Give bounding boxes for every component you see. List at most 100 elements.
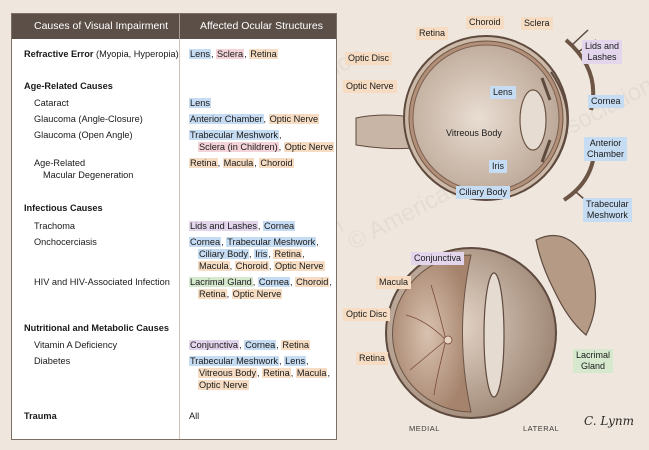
structure-retina: Retina (262, 368, 291, 378)
row-glaucoma-open-label: Glaucoma (Open Angle) (34, 130, 133, 140)
row-trachoma-label: Trachoma (34, 221, 76, 231)
structure-anterior-chamber: Anterior Chamber (189, 114, 264, 124)
label-ciliary-body: Ciliary Body (456, 186, 511, 199)
structure-optic-nerve: Optic Nerve (274, 261, 325, 271)
row-onchocerciasis-structures-1: Cornea, Trabecular Meshwork, (189, 237, 319, 247)
structure-retina: Retina (198, 289, 227, 299)
structure-cornea: Cornea (257, 277, 291, 287)
label-optic-disc-top: Optic Disc (345, 52, 393, 65)
label-retina-bottom: Retina (356, 352, 389, 365)
trabecular-line-1: Trabecular (586, 199, 629, 209)
row-hiv-structures-2: Retina, Optic Nerve (198, 289, 283, 299)
label-optic-nerve: Optic Nerve (343, 80, 397, 93)
row-glaucoma-closure-structures: Anterior Chamber, Optic Nerve (189, 114, 320, 124)
label-conjunctiva: Conjunctiva (411, 252, 465, 265)
structure-retina: Retina (273, 249, 303, 259)
lacrimal-line-2: Gland (580, 361, 606, 371)
label-retina-top: Retina (416, 27, 449, 40)
structure-sclera-children: Sclera (in Children) (198, 142, 279, 152)
row-refractive-label: Refractive Error (Myopia, Hyperopia) (24, 48, 179, 60)
trabecular-line-2: Meshwork (586, 210, 628, 220)
label-lids-lashes: Lids and Lashes (582, 40, 623, 64)
row-cataract-label: Cataract (34, 98, 69, 108)
label-lens-top: Lens (490, 86, 516, 99)
row-glaucoma-closure-label: Glaucoma (Angle-Closure) (34, 114, 143, 124)
row-vitamin-a-label: Vitamin A Deficiency (34, 340, 118, 350)
eye-anatomy-illustration (355, 29, 597, 419)
structure-optic-nerve: Optic Nerve (198, 380, 249, 390)
structure-choroid: Choroid (259, 158, 294, 168)
row-trachoma-structures: Lids and Lashes, Cornea (189, 221, 296, 231)
artist-signature: C. Lynm (584, 414, 635, 428)
structure-iris: Iris (254, 249, 269, 259)
lens-shape (519, 89, 547, 151)
structure-sclera: Sclera (216, 49, 245, 59)
refractive-bold: Refractive Error (24, 49, 94, 59)
structure-retina: Retina (281, 340, 310, 350)
figure-frame: © American Medical Association © America… (0, 0, 649, 450)
row-glaucoma-open-structures-2: Sclera (in Children), Optic Nerve (198, 142, 335, 152)
structure-trabecular-meshwork: Trabecular Meshwork (189, 130, 279, 140)
column-divider (179, 39, 180, 439)
label-sclera-top: Sclera (521, 17, 553, 30)
structure-choroid: Choroid (234, 261, 269, 271)
row-cataract-structures: Lens (189, 97, 211, 109)
row-amd-structures: Retina, Macula, Choroid (189, 158, 294, 168)
label-lacrimal-gland: Lacrimal Gland (573, 349, 614, 373)
heading-infectious: Infectious Causes (24, 203, 103, 213)
row-amd-label-2: Macular Degeneration (43, 170, 134, 180)
structure-cornea: Cornea (263, 221, 296, 231)
row-trauma-label: Trauma (24, 411, 57, 421)
label-anterior-chamber: Anterior Chamber (584, 137, 628, 161)
structure-macula: Macula (295, 368, 328, 378)
structure-cornea: Cornea (244, 340, 277, 350)
label-optic-disc-bottom: Optic Disc (343, 308, 391, 321)
anterior-line-1: Anterior (589, 138, 622, 148)
lacrimal-line-1: Lacrimal (576, 350, 611, 360)
header-causes: Causes of Visual Impairment (34, 20, 169, 32)
refractive-rest: (Myopia, Hyperopia) (93, 49, 179, 59)
label-trabecular-meshwork: Trabecular Meshwork (583, 198, 632, 222)
structure-cornea: Cornea (189, 237, 222, 247)
label-medial: MEDIAL (409, 424, 440, 433)
structure-vitreous-body: Vitreous Body (198, 368, 258, 378)
row-diabetes-structures-2: Vitreous Body, Retina, Macula, (198, 368, 331, 378)
header-divider (179, 14, 180, 39)
structure-trabecular-meshwork: Trabecular Meshwork (226, 237, 317, 247)
structure-ciliary-body: Ciliary Body (198, 249, 250, 259)
label-macula: Macula (376, 276, 412, 289)
row-onchocerciasis-structures-2: Ciliary Body, Iris, Retina, (198, 249, 305, 259)
anterior-line-2: Chamber (587, 149, 625, 159)
structure-lids-lashes: Lids and Lashes (189, 221, 258, 231)
structure-lacrimal-gland: Lacrimal Gland (189, 277, 253, 287)
structure-lens: Lens (284, 356, 307, 366)
row-diabetes-label: Diabetes (34, 356, 71, 366)
label-lateral: LATERAL (523, 424, 560, 433)
structure-macula: Macula (222, 158, 255, 168)
row-vitamin-a-structures: Conjunctiva, Cornea, Retina (189, 340, 310, 350)
row-amd-label-1: Age-Related (34, 158, 86, 168)
label-iris: Iris (489, 160, 507, 173)
label-cornea: Cornea (588, 95, 624, 108)
structure-lens: Lens (189, 98, 211, 108)
structure-lens: Lens (189, 49, 211, 59)
row-hiv-structures-1: Lacrimal Gland, Cornea, Choroid, (189, 277, 332, 287)
structure-trabecular-meshwork: Trabecular Meshwork (189, 356, 279, 366)
row-glaucoma-open-structures-1: Trabecular Meshwork, (189, 130, 282, 140)
label-choroid: Choroid (466, 16, 504, 29)
heading-age-related: Age-Related Causes (24, 81, 113, 91)
row-trauma-structures: All (189, 411, 200, 421)
label-vitreous-body: Vitreous Body (446, 128, 502, 138)
row-refractive-structures: Lens, Sclera, Retina (189, 49, 278, 59)
structure-macula: Macula (198, 261, 230, 271)
structure-choroid: Choroid (295, 277, 330, 287)
structure-optic-nerve: Optic Nerve (283, 142, 335, 152)
lids-line-2: Lashes (587, 52, 617, 62)
structure-retina: Retina (189, 158, 218, 168)
row-hiv-label: HIV and HIV-Associated Infection (34, 277, 170, 287)
table-header: Causes of Visual Impairment Affected Ocu… (12, 14, 336, 39)
causes-table: Causes of Visual Impairment Affected Ocu… (11, 13, 337, 440)
row-onchocerciasis-structures-3: Macula, Choroid, Optic Nerve (198, 261, 325, 271)
structure-optic-nerve: Optic Nerve (231, 289, 283, 299)
row-diabetes-structures-3: Optic Nerve (198, 379, 249, 391)
